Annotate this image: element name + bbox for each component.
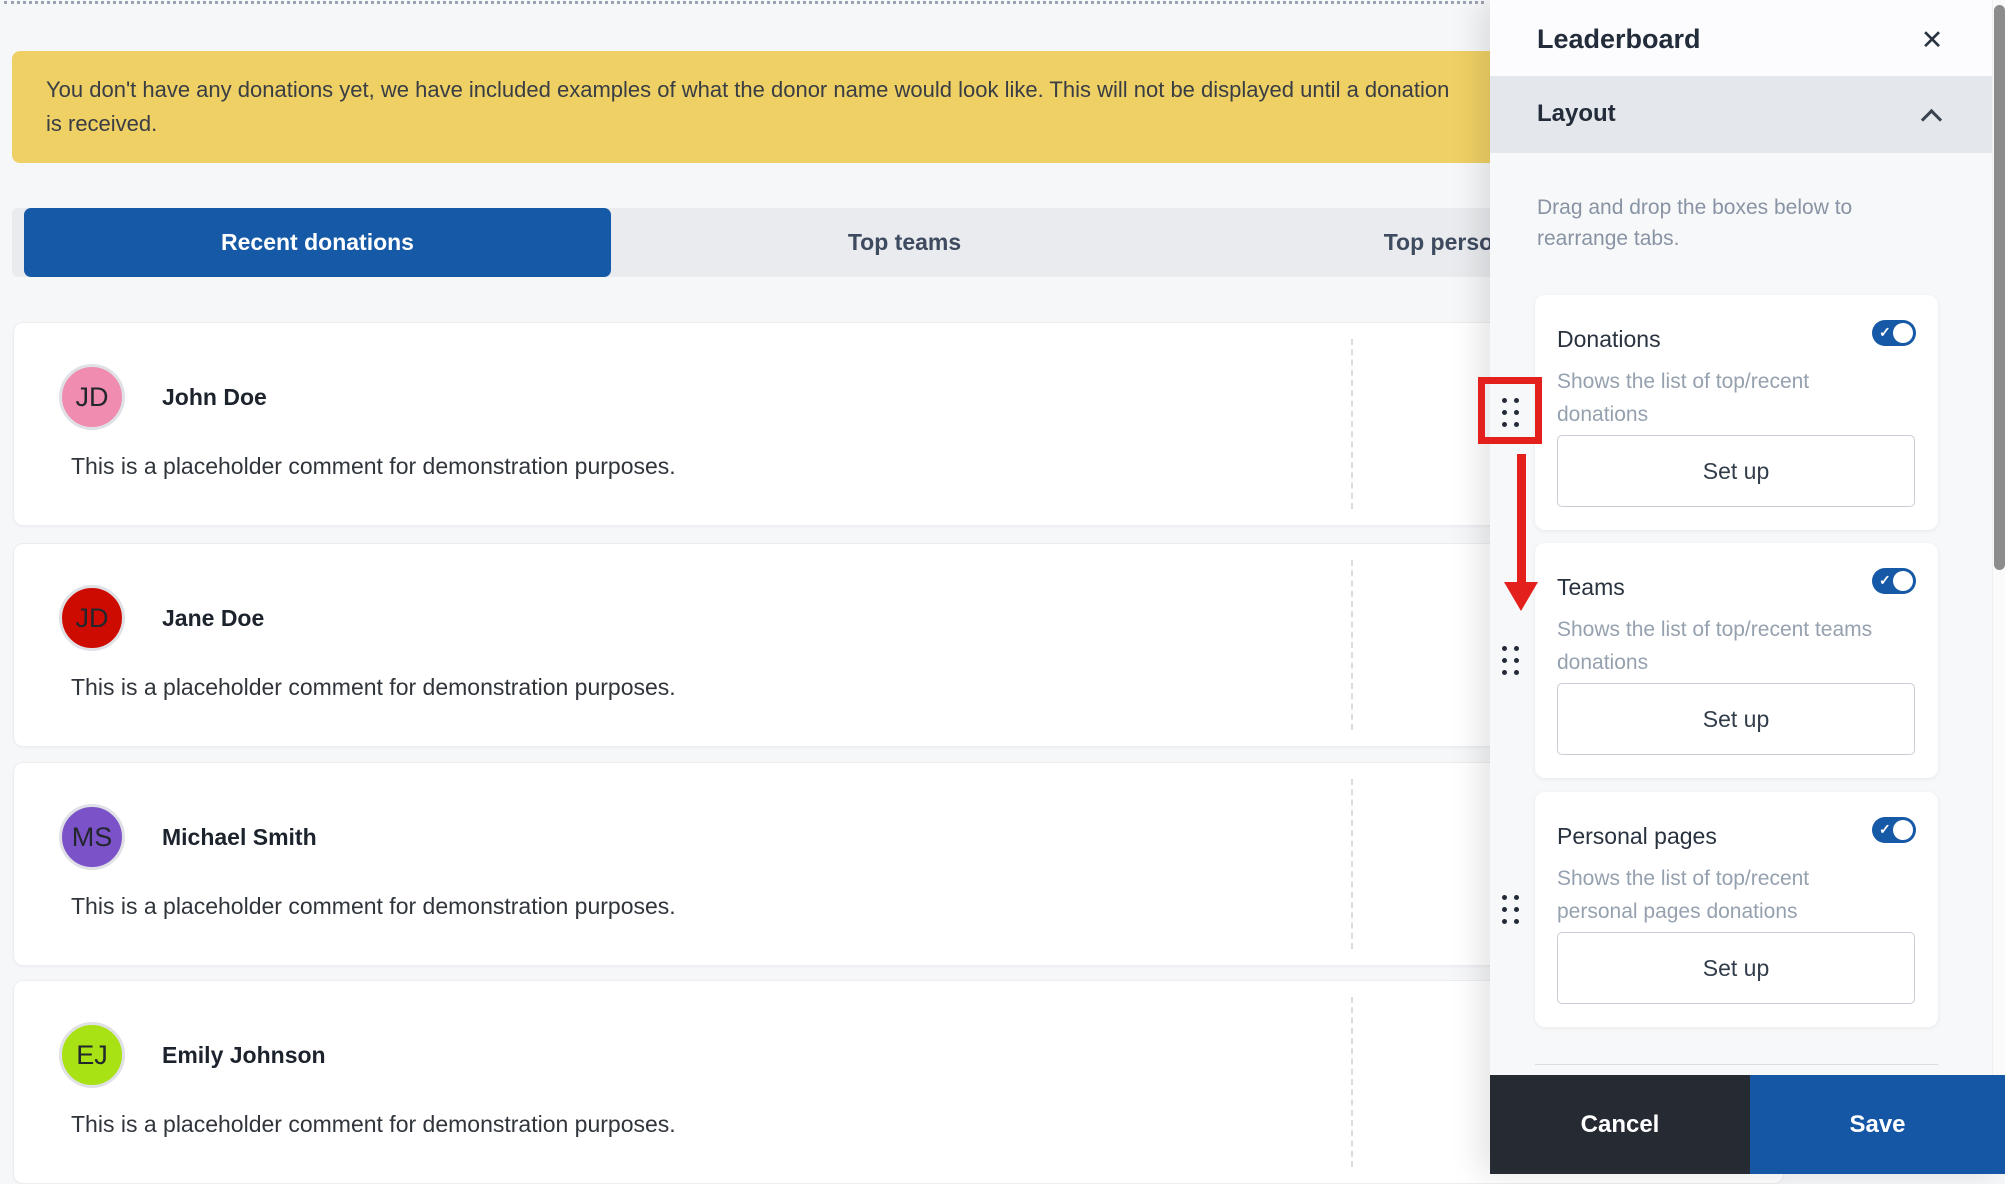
desc-line1: Shows the list of top/recent [1557, 867, 1810, 890]
personal-pages-toggle[interactable]: ✓ [1872, 817, 1916, 843]
scrollbar-thumb[interactable] [1994, 5, 2005, 570]
layout-card-teams: Teams ✓ Shows the list of top/recent tea… [1535, 543, 1938, 778]
avatar: MS [59, 804, 125, 870]
layout-card-donations: Donations ✓ Shows the list of top/recent… [1535, 295, 1938, 530]
toggle-check-icon: ✓ [1879, 572, 1891, 588]
layout-card-personal-pages: Personal pages ✓ Shows the list of top/r… [1535, 792, 1938, 1027]
avatar: EJ [59, 1022, 125, 1088]
save-button[interactable]: Save [1750, 1075, 2005, 1174]
annotation-arrow-head [1504, 582, 1538, 611]
annotation-arrow-down [1517, 454, 1526, 584]
tab-label: Top teams [847, 229, 962, 255]
desc-line2: donations [1557, 651, 1649, 674]
desc-line2: personal pages donations [1557, 900, 1798, 923]
donor-name: John Doe [162, 384, 267, 410]
avatar-initials: JD [75, 381, 109, 412]
toggle-knob [1893, 323, 1913, 343]
cancel-button[interactable]: Cancel [1490, 1075, 1750, 1174]
teams-toggle[interactable]: ✓ [1872, 568, 1916, 594]
donor-name: Emily Johnson [162, 1042, 326, 1068]
layout-card-title: Personal pages [1557, 823, 1717, 849]
drag-drop-helper-text: Drag and drop the boxes below to rearran… [1537, 192, 1852, 254]
toggle-check-icon: ✓ [1879, 821, 1891, 837]
helper-line1: Drag and drop the boxes below to [1537, 196, 1853, 219]
donor-comment: This is a placeholder comment for demons… [71, 893, 676, 919]
layout-card-title: Donations [1557, 326, 1661, 352]
drag-handle-icon-teams[interactable] [1502, 646, 1520, 676]
layout-section-label: Layout [1537, 100, 1616, 127]
chevron-up-icon [1920, 108, 1943, 131]
toggle-check-icon: ✓ [1879, 324, 1891, 340]
leaderboard-settings-panel: Leaderboard ✕ Layout Drag and drop the b… [1490, 0, 2005, 1174]
setup-personal-pages-button[interactable]: Set up [1557, 932, 1915, 1004]
helper-line2: rearrange tabs. [1537, 227, 1680, 250]
tab-recent-donations[interactable]: Recent donations [24, 208, 611, 277]
close-icon[interactable]: ✕ [1914, 22, 1950, 58]
annotation-highlight-box [1478, 377, 1542, 444]
layout-card-title: Teams [1557, 574, 1625, 600]
avatar-initials: JD [75, 602, 109, 633]
top-dotted-border [4, 1, 1484, 4]
desc-line2: donations [1557, 403, 1649, 426]
donor-name: Michael Smith [162, 824, 317, 850]
setup-teams-button[interactable]: Set up [1557, 683, 1915, 755]
footer-divider [1535, 1064, 1938, 1065]
toggle-knob [1893, 571, 1913, 591]
page-scrollbar[interactable] [1992, 0, 2005, 1075]
donor-name: Jane Doe [162, 605, 265, 631]
tab-top-teams[interactable]: Top teams [611, 208, 1198, 277]
drag-handle-icon-personal-pages[interactable] [1502, 895, 1520, 925]
donor-comment: This is a placeholder comment for demons… [71, 1111, 676, 1137]
avatar: JD [59, 364, 125, 430]
toggle-knob [1893, 820, 1913, 840]
card-column-divider [1351, 779, 1353, 949]
layout-card-description: Shows the list of top/recent teams donat… [1557, 613, 1922, 679]
donor-comment: This is a placeholder comment for demons… [71, 453, 676, 479]
donor-comment: This is a placeholder comment for demons… [71, 674, 676, 700]
layout-card-description: Shows the list of top/recent donations [1557, 365, 1922, 431]
layout-section-header[interactable]: Layout [1490, 76, 2005, 153]
layout-card-description: Shows the list of top/recent personal pa… [1557, 862, 1922, 928]
setup-donations-button[interactable]: Set up [1557, 435, 1915, 507]
desc-line1: Shows the list of top/recent teams [1557, 618, 1873, 641]
card-column-divider [1351, 997, 1353, 1167]
card-column-divider [1351, 560, 1353, 730]
avatar: JD [59, 585, 125, 651]
desc-line1: Shows the list of top/recent [1557, 370, 1810, 393]
panel-footer: Cancel Save [1490, 1075, 2005, 1174]
card-column-divider [1351, 339, 1353, 509]
tab-label: Recent donations [221, 229, 414, 255]
panel-title: Leaderboard [1537, 24, 1701, 54]
panel-header: Leaderboard ✕ [1490, 0, 2005, 76]
donations-toggle[interactable]: ✓ [1872, 320, 1916, 346]
avatar-initials: EJ [76, 1039, 108, 1070]
avatar-initials: MS [71, 821, 113, 852]
